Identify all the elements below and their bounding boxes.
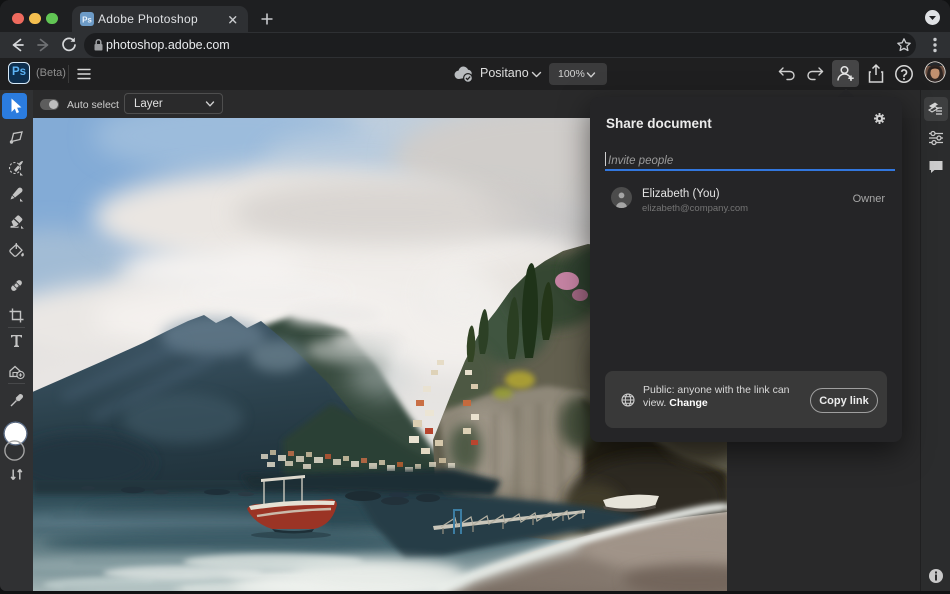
svg-text:Ps: Ps bbox=[82, 16, 92, 25]
